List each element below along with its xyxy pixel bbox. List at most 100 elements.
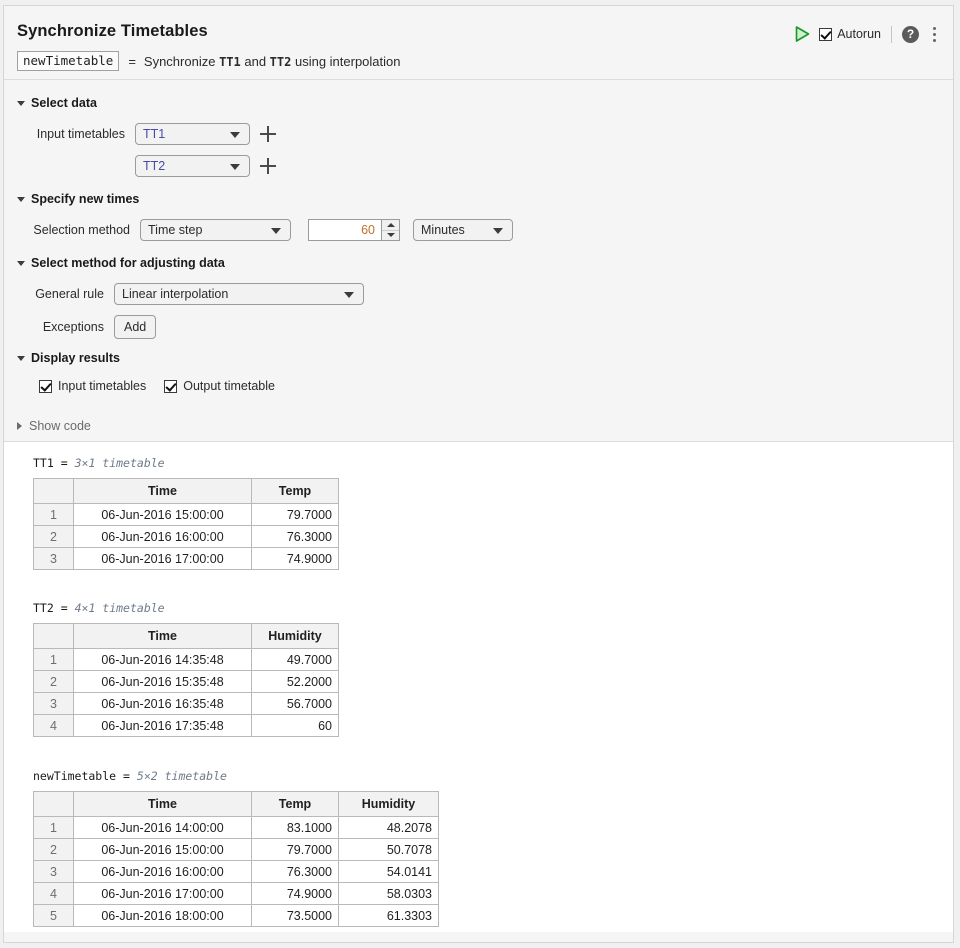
row-index-cell: 5 <box>34 905 74 927</box>
selection-method-label: Selection method <box>4 223 130 237</box>
section-select-data-header[interactable]: Select data <box>17 96 97 110</box>
chevron-right-icon[interactable] <box>17 422 22 430</box>
table-row: 106-Jun-2016 14:00:0083.100048.2078 <box>34 817 439 839</box>
row-index-cell: 1 <box>34 817 74 839</box>
output-block-tt1: TT1 = 3×1 timetable TimeTemp106-Jun-2016… <box>33 456 339 570</box>
task-header: Synchronize Timetables newTimetable = Sy… <box>4 6 953 80</box>
time-cell: 06-Jun-2016 14:35:48 <box>74 649 252 671</box>
table-row: 106-Jun-2016 15:00:0079.7000 <box>34 504 339 526</box>
input-timetable-1-dropdown[interactable]: TT1 <box>135 123 250 145</box>
autorun-checkbox-box[interactable] <box>819 28 832 41</box>
time-cell: 06-Jun-2016 15:35:48 <box>74 671 252 693</box>
general-rule-value: Linear interpolation <box>115 287 228 301</box>
chevron-down-icon[interactable] <box>17 356 25 361</box>
timetable-tt2: TimeHumidity106-Jun-2016 14:35:4849.7000… <box>33 623 339 737</box>
timetable-tt1: TimeTemp106-Jun-2016 15:00:0079.7000206-… <box>33 478 339 570</box>
value-cell: 74.9000 <box>252 548 339 570</box>
time-cell: 06-Jun-2016 15:00:00 <box>74 839 252 861</box>
row-index-cell: 4 <box>34 715 74 737</box>
table-header-index <box>34 624 74 649</box>
table-row: 406-Jun-2016 17:00:0074.900058.0303 <box>34 883 439 905</box>
general-rule-label: General rule <box>4 287 104 301</box>
time-cell: 06-Jun-2016 17:00:00 <box>74 548 252 570</box>
table-header-temp: Temp <box>252 479 339 504</box>
display-input-timetables-box[interactable] <box>39 380 52 393</box>
display-output-timetable-box[interactable] <box>164 380 177 393</box>
display-input-timetables-label: Input timetables <box>58 379 146 393</box>
time-unit-value: Minutes <box>414 223 465 237</box>
output-caption-newtimetable: newTimetable = 5×2 timetable <box>33 769 439 783</box>
add-exception-button[interactable]: Add <box>114 315 156 339</box>
selection-method-dropdown[interactable]: Time step <box>140 219 291 241</box>
run-play-icon[interactable] <box>789 22 815 46</box>
section-adjust-method-title: Select method for adjusting data <box>31 256 225 270</box>
output-equals-newtimetable: = <box>123 769 130 783</box>
table-row: 306-Jun-2016 16:35:4856.7000 <box>34 693 339 715</box>
general-rule-dropdown[interactable]: Linear interpolation <box>114 283 364 305</box>
row-index-cell: 3 <box>34 861 74 883</box>
table-header-index <box>34 479 74 504</box>
exceptions-row: Exceptions Add <box>4 315 156 339</box>
summary-text: Synchronize TT1 and TT2 using interpolat… <box>144 54 401 69</box>
newtimetable-body: TimeTempHumidity106-Jun-2016 14:00:0083.… <box>34 792 439 927</box>
output-block-newtimetable: newTimetable = 5×2 timetable TimeTempHum… <box>33 769 439 927</box>
table-header-time: Time <box>74 479 252 504</box>
table-row: 106-Jun-2016 14:35:4849.7000 <box>34 649 339 671</box>
time-step-value[interactable]: 60 <box>309 220 381 240</box>
output-caption-tt1: TT1 = 3×1 timetable <box>33 456 339 470</box>
time-cell: 06-Jun-2016 16:35:48 <box>74 693 252 715</box>
table-row: 206-Jun-2016 15:00:0079.700050.7078 <box>34 839 439 861</box>
table-header-time: Time <box>74 792 252 817</box>
value-cell: 60 <box>252 715 339 737</box>
value-cell: 56.7000 <box>252 693 339 715</box>
row-index-cell: 2 <box>34 671 74 693</box>
value-cell: 49.7000 <box>252 649 339 671</box>
table-header-row: TimeHumidity <box>34 624 339 649</box>
chevron-down-icon[interactable] <box>17 197 25 202</box>
summary-suffix: using interpolation <box>291 54 400 69</box>
chevron-down-icon <box>344 292 354 298</box>
section-display-results-header[interactable]: Display results <box>17 351 120 365</box>
row-index-cell: 4 <box>34 883 74 905</box>
show-code-toggle[interactable]: Show code <box>17 419 91 433</box>
time-unit-dropdown[interactable]: Minutes <box>413 219 513 241</box>
output-variable-field[interactable]: newTimetable <box>17 51 119 71</box>
table-header-row: TimeTempHumidity <box>34 792 439 817</box>
time-cell: 06-Jun-2016 17:35:48 <box>74 715 252 737</box>
section-adjust-method-header[interactable]: Select method for adjusting data <box>17 256 225 270</box>
value-cell: 52.2000 <box>252 671 339 693</box>
live-task-panel: Synchronize Timetables newTimetable = Sy… <box>3 5 954 943</box>
stepper-down-icon[interactable] <box>382 231 399 241</box>
task-summary: newTimetable = Synchronize TT1 and TT2 u… <box>17 51 401 71</box>
plus-icon[interactable] <box>260 126 276 142</box>
plus-icon[interactable] <box>260 158 276 174</box>
chevron-down-icon <box>493 228 503 234</box>
output-dims-newtimetable: 5×2 timetable <box>137 769 227 783</box>
time-cell: 06-Jun-2016 14:00:00 <box>74 817 252 839</box>
section-display-results-title: Display results <box>31 351 120 365</box>
value-cell: 54.0141 <box>339 861 439 883</box>
stepper-buttons <box>381 220 399 240</box>
chevron-down-icon <box>230 132 240 138</box>
value-cell: 74.9000 <box>252 883 339 905</box>
kebab-menu-icon[interactable] <box>925 24 943 44</box>
selection-method-value: Time step <box>141 223 202 237</box>
input-timetable-2-dropdown[interactable]: TT2 <box>135 155 250 177</box>
equals-sign: = <box>128 54 136 69</box>
time-step-stepper[interactable]: 60 <box>308 219 400 241</box>
chevron-down-icon[interactable] <box>17 261 25 266</box>
section-specify-times-header[interactable]: Specify new times <box>17 192 139 206</box>
output-caption-tt2: TT2 = 4×1 timetable <box>33 601 339 615</box>
row-index-cell: 2 <box>34 526 74 548</box>
chevron-down-icon[interactable] <box>17 101 25 106</box>
summary-arg2: TT2 <box>270 55 292 69</box>
input-timetables-row-1: Input timetables TT1 <box>4 123 276 145</box>
show-code-label: Show code <box>29 419 91 433</box>
display-input-timetables-checkbox[interactable]: Input timetables <box>39 379 146 393</box>
stepper-up-icon[interactable] <box>382 220 399 231</box>
autorun-checkbox[interactable]: Autorun <box>819 27 881 41</box>
display-output-timetable-checkbox[interactable]: Output timetable <box>164 379 275 393</box>
output-name-newtimetable: newTimetable <box>33 769 116 783</box>
chevron-down-icon <box>271 228 281 234</box>
help-question-icon[interactable]: ? <box>902 26 919 43</box>
